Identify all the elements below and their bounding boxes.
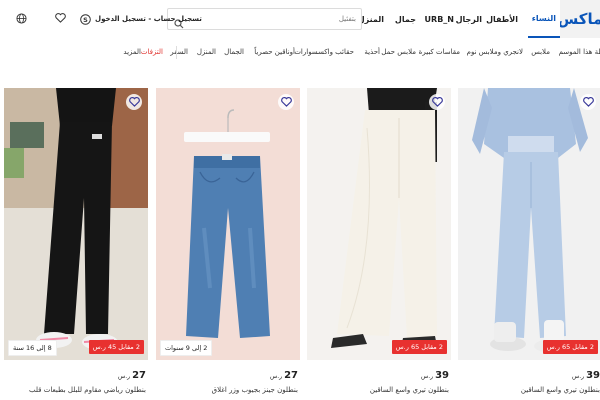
category-item[interactable]: مقاسات كبيرة — [419, 48, 460, 56]
product-name[interactable]: بنطلون رياضي مقاوم للبلل بطبعات قلب — [29, 386, 146, 394]
offer-badge: 2 مقابل 65 ر.س — [542, 340, 598, 354]
tab-men[interactable]: الرجال — [456, 0, 482, 38]
price-value: 39 — [435, 370, 449, 381]
tab-beauty[interactable]: جمال — [395, 0, 416, 38]
category-item[interactable]: وصلة هذا الموسم — [559, 48, 600, 56]
brand-logo[interactable]: ماكس — [558, 10, 600, 28]
category-item[interactable]: أحذية — [364, 48, 380, 56]
price-value: 27 — [284, 370, 298, 381]
offer-badge: 2 مقابل 45 ر.س — [88, 340, 144, 354]
top-navigation-bar: ماكس النساء الأطفال الرجال URB_N جمال ال… — [0, 0, 600, 39]
category-item[interactable]: الجمال — [224, 48, 244, 56]
product-name[interactable]: بنطلون جينز بجيوب وزر اغلاق — [212, 386, 298, 394]
wishlist-heart-icon[interactable] — [126, 94, 142, 110]
tab-urbn[interactable]: URB_N — [425, 0, 454, 38]
age-badge: 8 إلى 16 سنة — [8, 340, 57, 356]
category-bar: وصلة هذا الموسم ملابس لانجري وملابس نوم … — [0, 38, 600, 68]
category-item[interactable]: ملابس — [531, 48, 550, 56]
product-price: 27ر.س — [270, 370, 298, 381]
category-divider — [176, 46, 177, 59]
category-item-sale[interactable]: التزفات — [141, 48, 163, 56]
account-label[interactable]: تسجيل حساب - تسجيل الدخول — [95, 15, 202, 23]
price-currency: ر.س — [420, 373, 434, 380]
wishlist-heart-icon[interactable] — [580, 94, 596, 110]
wishlist-heart-icon[interactable] — [278, 94, 294, 110]
category-item[interactable]: السفر — [170, 48, 188, 56]
tab-women[interactable]: النساء — [527, 0, 560, 38]
user-icon[interactable]: S — [80, 13, 91, 25]
product-name[interactable]: بنطلون تيري واسع الساقين — [370, 386, 449, 394]
account-link[interactable]: تسجيل حساب - تسجيل الدخول S — [80, 11, 202, 27]
product-image[interactable] — [156, 88, 300, 360]
tab-kids[interactable]: الأطفال — [486, 0, 518, 38]
category-item[interactable]: أوناقين حصرياً — [254, 48, 295, 56]
category-item[interactable]: لانجري وملابس نوم — [467, 48, 523, 56]
category-item-more[interactable]: المزيد — [123, 48, 141, 56]
age-badge: 2 إلى 9 سنوات — [160, 340, 213, 356]
search-input[interactable] — [192, 9, 360, 29]
heart-icon[interactable] — [53, 11, 67, 25]
category-item[interactable]: حقائب واكسسوارات — [294, 48, 354, 56]
price-currency: ر.س — [117, 373, 131, 380]
price-currency: ر.س — [571, 373, 585, 380]
price-currency: ر.س — [269, 373, 283, 380]
price-value: 27 — [132, 370, 146, 381]
product-image[interactable] — [458, 88, 600, 360]
wishlist-heart-icon[interactable] — [429, 94, 445, 110]
category-item[interactable]: ملابس حمل — [381, 48, 416, 56]
product-card[interactable]: 2 مقابل 65 ر.س 39ر.س بنطلون تيري واسع ال… — [458, 88, 600, 400]
product-price: 39ر.س — [572, 370, 600, 381]
product-card[interactable]: 2 مقابل 45 ر.س 8 إلى 16 سنة 27ر.س بنطلون… — [4, 88, 148, 400]
globe-icon[interactable] — [14, 11, 28, 25]
product-name[interactable]: بنطلون تيري واسع الساقين — [521, 386, 600, 394]
offer-badge: 2 مقابل 65 ر.س — [391, 340, 447, 354]
category-item[interactable]: المنزل — [197, 48, 216, 56]
product-image[interactable] — [307, 88, 451, 360]
product-image[interactable] — [4, 88, 148, 360]
price-value: 39 — [586, 370, 600, 381]
product-card[interactable]: 2 إلى 9 سنوات 27ر.س بنطلون جينز بجيوب وز… — [156, 88, 300, 400]
product-price: 39ر.س — [421, 370, 449, 381]
product-card[interactable]: 2 مقابل 65 ر.س 39ر.س بنطلون تيري واسع ال… — [307, 88, 451, 400]
svg-text:S: S — [83, 16, 88, 24]
product-price: 27ر.س — [118, 370, 146, 381]
logo-container[interactable]: ماكس — [558, 0, 600, 38]
